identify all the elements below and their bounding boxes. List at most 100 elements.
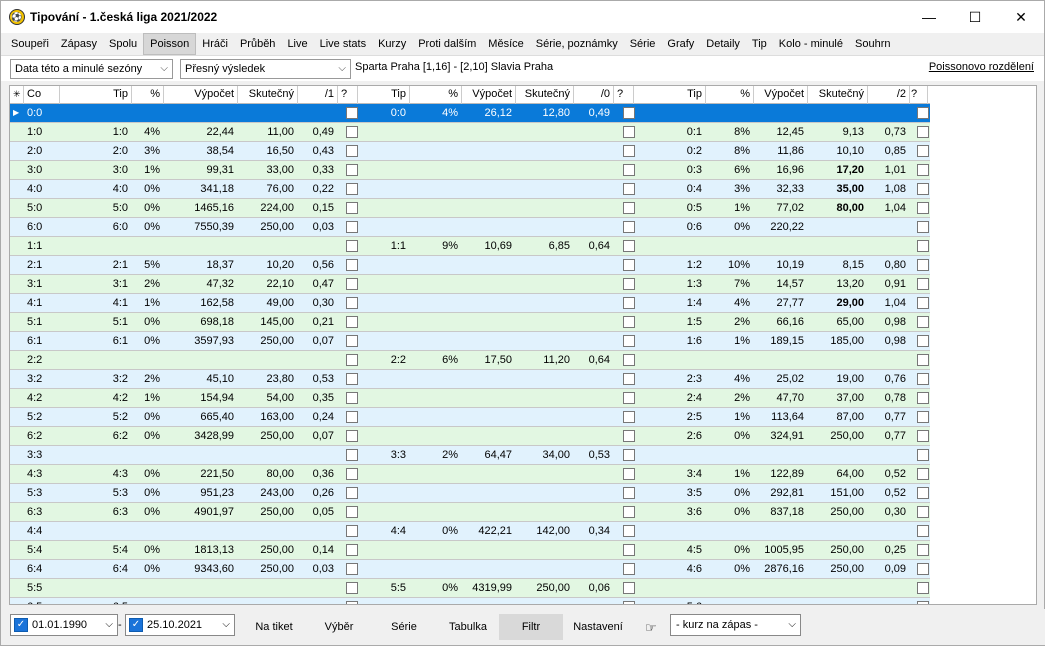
checkbox-g2[interactable] xyxy=(917,449,929,461)
checkbox-g1[interactable] xyxy=(346,335,358,347)
checkbox-g1[interactable] xyxy=(346,411,358,423)
checkbox-g1[interactable] xyxy=(346,487,358,499)
table-row[interactable]: 6:0 6:0 0% 7550,39 250,00 0,03 0:6 0% 220,22 xyxy=(10,218,930,237)
tab-5[interactable]: Průběh xyxy=(234,33,281,55)
header-g1-2[interactable]: Výpočet xyxy=(164,86,238,104)
table-row[interactable]: 1:1 1:1 9% 10,69 6,85 0,64 xyxy=(10,237,930,256)
date-to-picker[interactable]: ✓ 25.10.2021 ⌵ xyxy=(125,614,235,636)
checkbox-g1[interactable] xyxy=(346,392,358,404)
checkbox-g1[interactable] xyxy=(346,145,358,157)
header-g1-1[interactable]: % xyxy=(134,86,164,104)
checkbox-g0[interactable] xyxy=(623,525,635,537)
tab-11[interactable]: Série, poznámky xyxy=(530,33,624,55)
table-row[interactable]: 6:5 6:5 5:6 xyxy=(10,598,930,604)
table-row[interactable]: 3:2 3:2 2% 45,10 23,80 0,53 2:3 4% 25,02 19,00 0,7… xyxy=(10,370,930,389)
bottom-button-0[interactable]: Na tiket xyxy=(243,614,305,640)
table-row[interactable]: 4:0 4:0 0% 341,18 76,00 0,22 0:4 3% 32,33 35,00 1,… xyxy=(10,180,930,199)
bottom-button-3[interactable]: Tabulka xyxy=(437,614,499,640)
checkbox-g2[interactable] xyxy=(917,259,929,271)
date-from-checkbox[interactable]: ✓ xyxy=(14,618,28,632)
checkbox-g0[interactable] xyxy=(623,449,635,461)
header-g2-2[interactable]: Výpočet xyxy=(754,86,808,104)
header-g0-5[interactable]: ? xyxy=(614,86,634,104)
bottom-button-2[interactable]: Série xyxy=(375,614,433,640)
table-row[interactable]: 5:1 5:1 0% 698,18 145,00 0,21 1:5 2% 66,16 65,00 0… xyxy=(10,313,930,332)
table-row[interactable]: 4:4 4:4 0% 422,21 142,00 0,34 xyxy=(10,522,930,541)
checkbox-g2[interactable] xyxy=(917,582,929,594)
checkbox-g2[interactable] xyxy=(917,392,929,404)
table-row[interactable]: ▶ 0:0 0:0 4% 26,12 12,80 0,49 xyxy=(10,104,930,123)
checkbox-g1[interactable] xyxy=(346,506,358,518)
checkbox-g2[interactable] xyxy=(917,126,929,138)
table-row[interactable]: 5:5 5:5 0% 4319,99 250,00 0,06 xyxy=(10,579,930,598)
checkbox-g1[interactable] xyxy=(346,468,358,480)
odds-select[interactable]: - kurz na zápas - ⌵ xyxy=(670,614,801,636)
header-g0-4[interactable]: /0 xyxy=(574,86,614,104)
checkbox-g1[interactable] xyxy=(346,183,358,195)
tab-0[interactable]: Soupeři xyxy=(5,33,55,55)
table-row[interactable]: 4:3 4:3 0% 221,50 80,00 0,36 3:4 1% 122,89 64,00 0… xyxy=(10,465,930,484)
table-row[interactable]: 2:0 2:0 3% 38,54 16,50 0,43 0:2 8% 11,86 10,10 0,8… xyxy=(10,142,930,161)
checkbox-g2[interactable] xyxy=(917,221,929,233)
checkbox-g1[interactable] xyxy=(346,240,358,252)
checkbox-g2[interactable] xyxy=(917,525,929,537)
header-g0-0[interactable]: Tip xyxy=(358,86,410,104)
table-row[interactable]: 5:0 5:0 0% 1465,16 224,00 0,15 0:5 1% 77,02 80,00… xyxy=(10,199,930,218)
checkbox-g1[interactable] xyxy=(346,449,358,461)
tab-17[interactable]: Souhrn xyxy=(849,33,896,55)
header-g1-5[interactable]: ? xyxy=(338,86,358,104)
header-g1-3[interactable]: Skutečný xyxy=(238,86,298,104)
table-row[interactable]: 1:0 1:0 4% 22,44 11,00 0,49 0:1 8% 12,45 9,13 0,73 xyxy=(10,123,930,142)
checkbox-g1[interactable] xyxy=(346,278,358,290)
tab-14[interactable]: Detaily xyxy=(700,33,746,55)
checkbox-g2[interactable] xyxy=(917,544,929,556)
minimize-button[interactable]: — xyxy=(906,1,952,33)
table-row[interactable]: 4:2 4:2 1% 154,94 54,00 0,35 2:4 2% 47,70 37,00 0,… xyxy=(10,389,930,408)
checkbox-g2[interactable] xyxy=(917,506,929,518)
checkbox-g1[interactable] xyxy=(346,563,358,575)
tab-4[interactable]: Hráči xyxy=(196,33,234,55)
checkbox-g2[interactable] xyxy=(917,601,929,604)
checkbox-g1[interactable] xyxy=(346,316,358,328)
checkbox-g1[interactable] xyxy=(346,221,358,233)
table-row[interactable]: 5:2 5:2 0% 665,40 163,00 0,24 2:5 1% 113,64 87,00… xyxy=(10,408,930,427)
checkbox-g1[interactable] xyxy=(346,525,358,537)
checkbox-g2[interactable] xyxy=(917,278,929,290)
header-g2-0[interactable]: Tip xyxy=(634,86,706,104)
checkbox-g0[interactable] xyxy=(623,240,635,252)
table-row[interactable]: 6:3 6:3 0% 4901,97 250,00 0,05 3:6 0% 837,18 250,… xyxy=(10,503,930,522)
tab-10[interactable]: Měsíce xyxy=(482,33,529,55)
table-row[interactable]: 5:3 5:3 0% 951,23 243,00 0,26 3:5 0% 292,81 151,0… xyxy=(10,484,930,503)
checkbox-g2[interactable] xyxy=(917,240,929,252)
season-select[interactable]: Data této a minulé sezóny ⌵ xyxy=(10,59,173,79)
poisson-grid[interactable]: ✳ Co Tip% Výpočet Skutečný/1? Tip% Výpočet Skut… xyxy=(9,85,1037,605)
table-row[interactable]: 6:4 6:4 0% 9343,60 250,00 0,03 4:6 0% 2876,16 250… xyxy=(10,560,930,579)
tab-9[interactable]: Proti dalším xyxy=(412,33,482,55)
checkbox-g2[interactable] xyxy=(917,411,929,423)
tab-1[interactable]: Zápasy xyxy=(55,33,103,55)
header-g0-1[interactable]: % xyxy=(410,86,462,104)
table-row[interactable]: 2:2 2:2 6% 17,50 11,20 0,64 xyxy=(10,351,930,370)
header-g1-4[interactable]: /1 xyxy=(298,86,338,104)
checkbox-g1[interactable] xyxy=(346,202,358,214)
header-g2-3[interactable]: Skutečný xyxy=(808,86,868,104)
checkbox-g2[interactable] xyxy=(917,297,929,309)
tab-3[interactable]: Poisson xyxy=(143,33,197,55)
checkbox-g2[interactable] xyxy=(917,107,929,119)
bottom-button-1[interactable]: Výběr xyxy=(310,614,368,640)
table-row[interactable]: 5:4 5:4 0% 1813,13 250,00 0,14 4:5 0% 1005,95 250… xyxy=(10,541,930,560)
table-row[interactable]: 3:3 3:3 2% 64,47 34,00 0,53 xyxy=(10,446,930,465)
header-g1-0[interactable]: Tip xyxy=(76,86,132,104)
checkbox-g2[interactable] xyxy=(917,354,929,366)
checkbox-g0[interactable] xyxy=(623,582,635,594)
checkbox-g2[interactable] xyxy=(917,183,929,195)
checkbox-g2[interactable] xyxy=(917,335,929,347)
checkbox-g1[interactable] xyxy=(346,373,358,385)
checkbox-g1[interactable] xyxy=(346,582,358,594)
table-row[interactable]: 4:1 4:1 1% 162,58 49,00 0,30 1:4 4% 27,77 29,00 1,… xyxy=(10,294,930,313)
table-row[interactable]: 2:1 2:1 5% 18,37 10,20 0,56 1:2 10% 10,19 8,15 0,8… xyxy=(10,256,930,275)
tab-16[interactable]: Kolo - minulé xyxy=(773,33,849,55)
checkbox-g1[interactable] xyxy=(346,430,358,442)
checkbox-g2[interactable] xyxy=(917,373,929,385)
date-to-checkbox[interactable]: ✓ xyxy=(129,618,143,632)
